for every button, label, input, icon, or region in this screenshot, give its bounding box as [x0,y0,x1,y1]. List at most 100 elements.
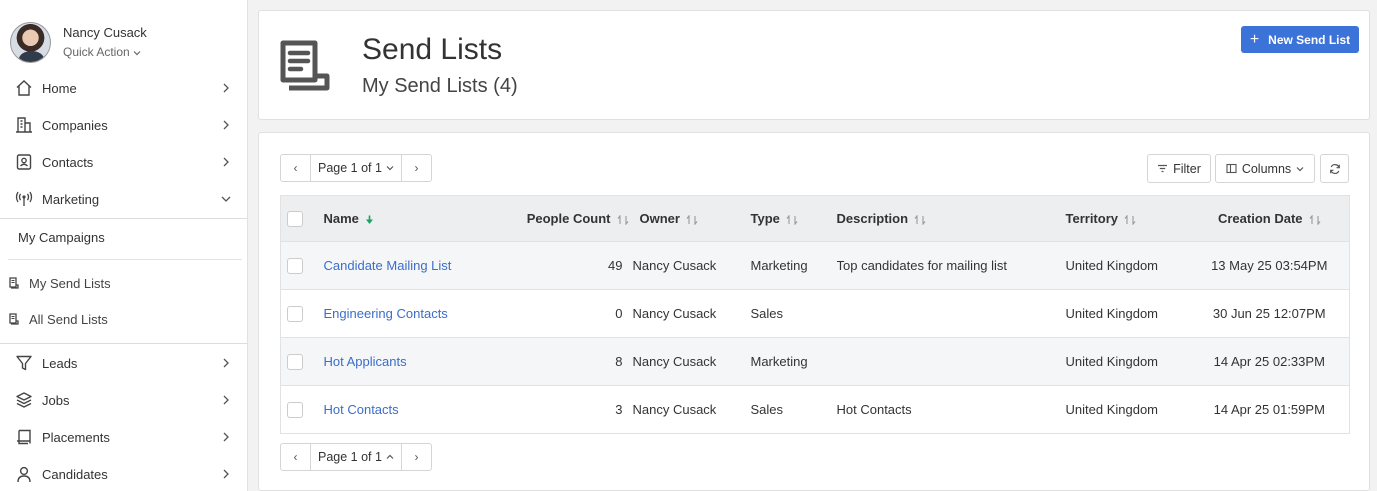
owner-cell: Nancy Cusack [632,241,751,290]
column-header-owner[interactable]: Owner [632,195,751,242]
sidebar-item-label: Marketing [42,191,100,207]
next-page-button[interactable]: › [402,444,431,470]
send-list-link[interactable]: Hot Applicants [324,354,407,369]
sort-descending-icon [365,215,373,224]
column-header-people-count[interactable]: People Count [510,195,633,242]
creation-date-cell: 14 Apr 25 01:59PM [1189,385,1350,434]
table-row[interactable]: Engineering Contacts 0 Nancy Cusack Sale… [280,289,1350,338]
prev-page-button[interactable]: ‹ [281,444,310,470]
send-list-icon [279,40,331,95]
home-icon [14,78,34,98]
quick-action-menu[interactable]: Quick Action [63,45,147,60]
filter-label: Filter [1173,161,1201,176]
column-header-name[interactable]: Name [310,195,511,242]
sidebar-item-candidates[interactable]: Candidates [0,459,247,489]
quick-action-label: Quick Action [63,45,130,59]
page-label: Page 1 of 1 [318,450,382,464]
sidebar-item-placements[interactable]: Placements [0,422,247,452]
column-header-label: Type [750,211,780,226]
people-count-cell: 0 [510,289,633,338]
territory-cell: United Kingdom [1065,385,1190,434]
chevron-down-icon [218,191,234,207]
sidebar-item-home[interactable]: Home [0,73,247,103]
sidebar-item-leads[interactable]: Leads [0,348,247,378]
creation-date-cell: 14 Apr 25 02:33PM [1189,337,1350,386]
send-list-link[interactable]: Engineering Contacts [324,306,448,321]
sidebar: Nancy Cusack Quick Action Home Companies… [0,0,248,491]
filter-button[interactable]: Filter [1147,154,1211,183]
territory-cell: United Kingdom [1065,289,1190,338]
table-row[interactable]: Candidate Mailing List 49 Nancy Cusack M… [280,241,1350,290]
filter-icon [1158,164,1168,173]
chevron-right-icon [218,392,234,408]
send-list-icon [9,277,19,289]
column-header-label: Owner [639,211,680,226]
plus-icon: + [1249,30,1260,48]
send-list-link[interactable]: Candidate Mailing List [324,258,452,273]
row-checkbox[interactable] [287,257,303,274]
territory-cell: United Kingdom [1065,241,1190,290]
columns-button[interactable]: Columns [1215,154,1315,183]
page-select[interactable]: Page 1 of 1 [310,444,402,470]
sidebar-item-companies[interactable]: Companies [0,110,247,140]
new-send-list-button[interactable]: + New Send List [1241,26,1359,53]
column-header-territory[interactable]: Territory [1065,195,1190,242]
chevron-down-icon [133,51,141,56]
row-checkbox[interactable] [287,305,303,322]
type-cell: Marketing [750,241,837,290]
contact-card-icon [14,152,34,172]
chevron-down-icon [386,166,394,171]
people-count-cell: 3 [510,385,633,434]
refresh-icon [1329,163,1340,174]
table-row[interactable]: Hot Applicants 8 Nancy Cusack Marketing … [280,337,1350,386]
sidebar-item-marketing[interactable]: Marketing [0,184,247,214]
send-list-link[interactable]: Hot Contacts [324,402,399,417]
funnel-icon [14,353,34,373]
creation-date-cell: 30 Jun 25 12:07PM [1189,289,1350,338]
owner-cell: Nancy Cusack [632,385,751,434]
avatar[interactable] [10,22,51,63]
row-select-cell [280,289,311,338]
user-icon [14,464,34,484]
column-header-type[interactable]: Type [750,195,837,242]
description-cell [836,289,1066,338]
user-panel[interactable]: Nancy Cusack Quick Action [10,22,147,64]
send-list-icon [9,313,19,325]
table-header-row: Name People Count Owner Type Description… [280,195,1350,242]
chevron-up-icon [386,454,394,459]
refresh-button[interactable] [1320,154,1349,183]
people-count-cell: 49 [510,241,633,290]
row-checkbox[interactable] [287,353,303,370]
column-header-creation-date[interactable]: Creation Date [1189,195,1350,242]
select-all-checkbox[interactable] [287,210,303,227]
sidebar-item-label: Candidates [42,466,108,482]
column-header-description[interactable]: Description [836,195,1066,242]
next-page-button[interactable]: › [402,155,431,181]
submenu-item-my-campaigns[interactable]: My Campaigns [18,230,105,245]
description-cell: Top candidates for mailing list [836,241,1066,290]
submenu-item-my-send-lists[interactable]: My Send Lists [8,274,111,292]
owner-cell: Nancy Cusack [632,289,751,338]
row-checkbox[interactable] [287,401,303,418]
territory-cell: United Kingdom [1065,337,1190,386]
layers-icon [14,390,34,410]
people-count-cell: 8 [510,337,633,386]
page-select[interactable]: Page 1 of 1 [310,155,402,181]
description-cell [836,337,1066,386]
page-subtitle: My Send Lists (4) [362,75,518,97]
submenu-item-all-send-lists[interactable]: All Send Lists [8,310,108,328]
sidebar-item-label: Home [42,80,77,96]
row-select-cell [280,337,311,386]
submenu-label: All Send Lists [29,311,108,327]
sidebar-item-label: Leads [42,355,78,371]
sidebar-item-contacts[interactable]: Contacts [0,147,247,177]
select-all-cell [280,195,311,242]
column-header-label: Territory [1065,211,1119,226]
prev-page-button[interactable]: ‹ [281,155,310,181]
scroll-icon [14,427,34,447]
sidebar-item-jobs[interactable]: Jobs [0,385,247,415]
chevron-right-icon [218,117,234,133]
pagination-top: ‹ Page 1 of 1 › [280,154,432,182]
table-row[interactable]: Hot Contacts 3 Nancy Cusack Sales Hot Co… [280,385,1350,434]
column-header-label: Description [836,211,909,226]
